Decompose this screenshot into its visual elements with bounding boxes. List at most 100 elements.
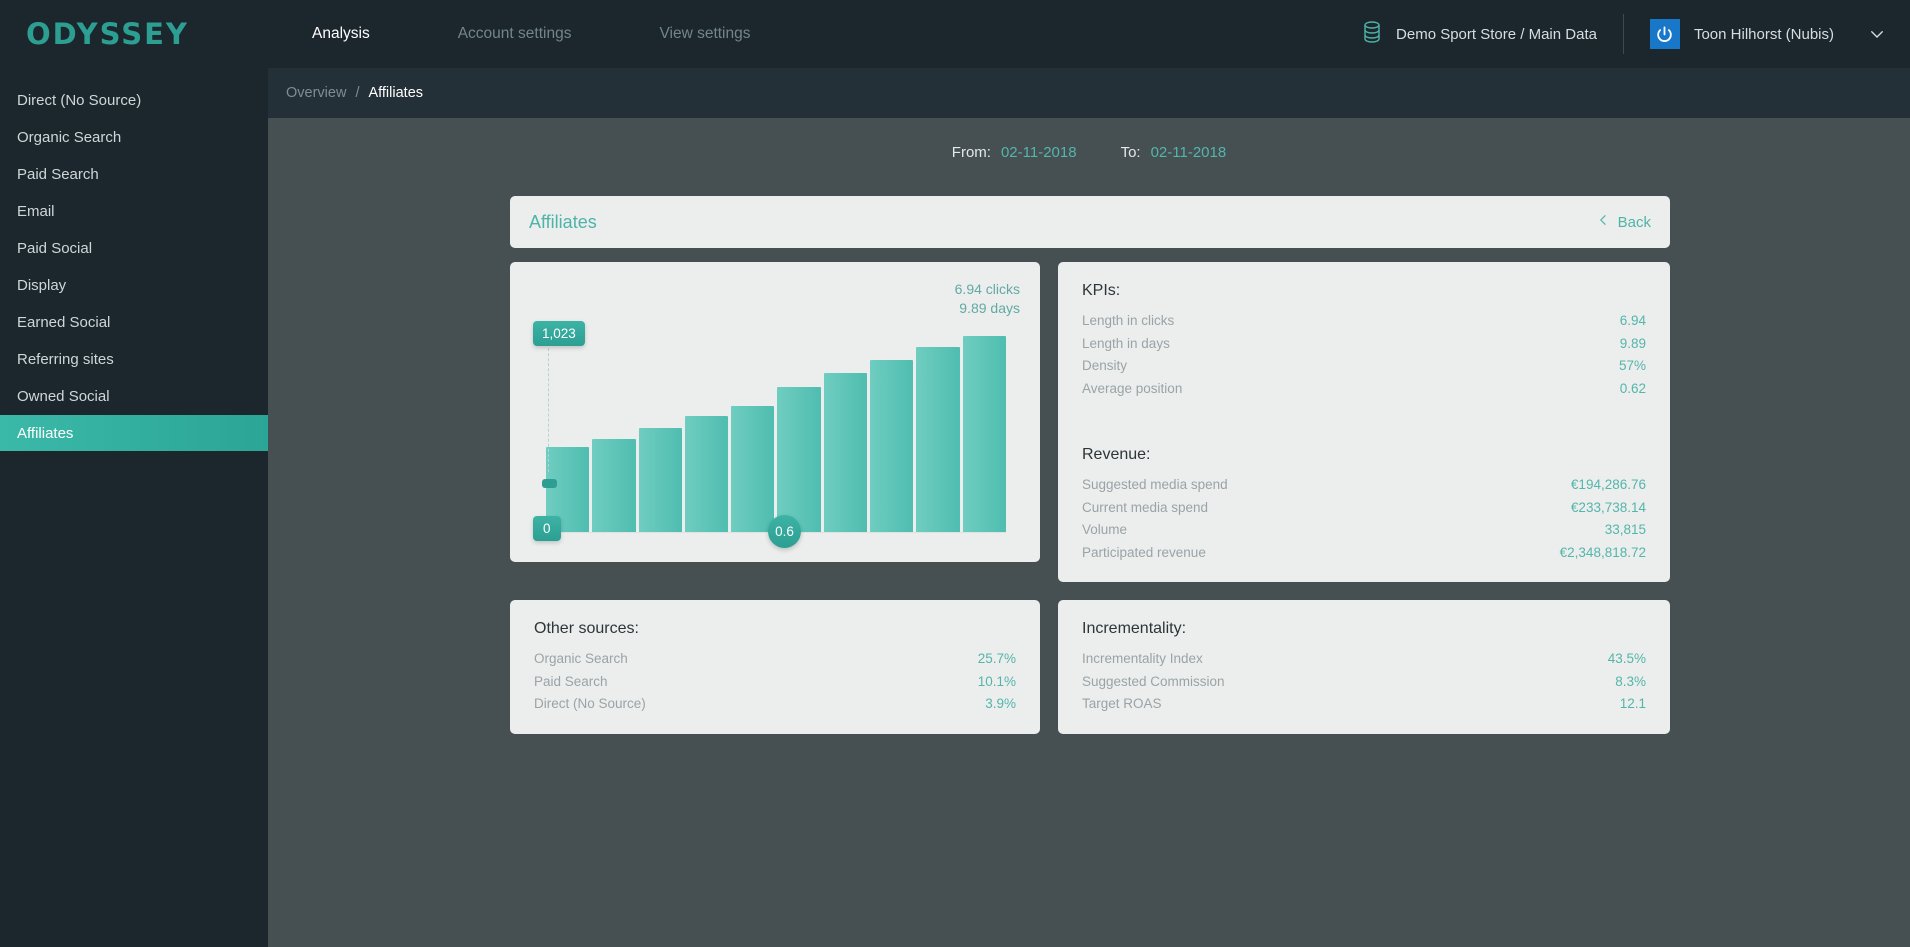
sidebar-item-earned-social[interactable]: Earned Social [0,304,268,340]
breadcrumb-separator: / [355,85,360,101]
bar[interactable] [916,347,960,532]
sidebar-item-organic-search[interactable]: Organic Search [0,119,268,155]
revenue-value: €233,738.14 [1570,499,1646,515]
breadcrumb: Overview / Affiliates [268,68,1910,118]
revenue-value: €2,348,818.72 [1559,544,1646,560]
revenue-key: Suggested media spend [1082,477,1228,492]
nav-item-view-settings[interactable]: View settings [615,25,794,43]
page-header-panel: Affiliates Back [510,196,1670,248]
date-from-label: From: [951,144,991,161]
user-label: Toon Hilhorst (Nubis) [1693,25,1834,43]
incrementality-key: Suggested Commission [1082,673,1225,689]
other-sources-row-organic-search: Organic Search 25.7% [534,648,1016,671]
revenue-value: €194,286.76 [1570,477,1646,492]
breadcrumb-current: Affiliates [368,85,424,101]
revenue-row-suggested-media-spend: Suggested media spend €194,286.76 [1082,474,1646,497]
revenue-value: 33,815 [1604,522,1646,537]
user-menu[interactable]: Toon Hilhorst (Nubis) [1624,19,1886,49]
bar[interactable] [731,405,775,532]
breadcrumb-root[interactable]: Overview [286,85,346,101]
sidebar-item-direct-no-source[interactable]: Direct (No Source) [0,82,268,118]
bar[interactable] [638,428,682,532]
kpi-row-average-position: Average position 0.62 [1082,378,1646,401]
cards-row-bottom: Other sources: Organic Search 25.7% Paid… [510,600,1670,734]
logo-text: ODYSSEY [26,17,189,51]
chevron-left-icon [1597,213,1610,231]
chart-reference-line [548,343,549,472]
kpi-value: 6.94 [1619,313,1646,328]
revenue-card: Revenue: Suggested media spend €194,286.… [1058,426,1670,582]
revenue-row-participated-revenue: Participated revenue €2,348,818.72 [1082,542,1646,565]
sidebar-item-paid-search[interactable]: Paid Search [0,156,268,192]
account-label: Demo Sport Store / Main Data [1396,25,1597,43]
kpi-row-density: Density 57% [1082,355,1646,378]
kpi-key: Density [1082,358,1128,373]
chevron-down-icon[interactable] [1868,25,1886,43]
incrementality-value: 12.1 [1619,696,1646,711]
bar[interactable] [962,335,1006,532]
incrementality-key: Target ROAS [1082,696,1162,711]
sidebar-item-affiliates[interactable]: Affiliates [0,415,268,451]
other-sources-key: Paid Search [534,673,608,689]
date-to-label: To: [1120,144,1141,161]
top-bar-right: Demo Sport Store / Main Data Toon Hilhor… [1362,0,1910,68]
page-title: Affiliates [529,211,597,232]
other-sources-card: Other sources: Organic Search 25.7% Paid… [510,600,1040,734]
kpi-key: Length in days [1082,335,1170,351]
incrementality-row-target-roas: Target ROAS 12.1 [1082,693,1646,716]
incrementality-card: Incrementality: Incrementality Index 43.… [1058,600,1670,734]
cards-grid: 6.94 clicks 9.89 days 1,023 0 0.6 KPIs: [510,262,1670,752]
chart-marker-handle[interactable] [542,479,557,488]
date-range-row: From: 02-11-2018 To: 02-11-2018 [268,144,1910,161]
back-button[interactable]: Back [1597,213,1651,231]
top-bar: ODYSSEY Analysis Account settings View s… [0,0,1910,68]
nav-item-account-settings[interactable]: Account settings [414,25,616,43]
kpi-key: Average position [1082,380,1183,396]
kpi-value: 57% [1618,358,1646,373]
chart-summary: 6.94 clicks 9.89 days [955,280,1020,318]
sidebar-item-display[interactable]: Display [0,267,268,303]
bar-series [546,322,1006,532]
other-sources-key: Direct (No Source) [534,696,646,711]
bar[interactable] [592,438,636,532]
chart-min-badge: 0 [533,516,561,541]
database-icon [1362,20,1382,49]
other-sources-value: 3.9% [985,696,1016,711]
bar[interactable] [777,387,821,532]
chart-card: 6.94 clicks 9.89 days 1,023 0 0.6 [510,262,1040,562]
other-sources-value: 25.7% [977,651,1016,666]
sidebar: Direct (No Source) Organic Search Paid S… [0,68,268,947]
sidebar-item-referring-sites[interactable]: Referring sites [0,341,268,377]
sidebar-item-email[interactable]: Email [0,193,268,229]
revenue-key: Participated revenue [1082,544,1206,560]
sidebar-item-owned-social[interactable]: Owned Social [0,378,268,414]
kpi-row-length-in-days: Length in days 9.89 [1082,333,1646,356]
kpis-card-title: KPIs: [1082,282,1121,299]
other-sources-value: 10.1% [977,673,1016,689]
chart-position-badge: 0.6 [768,515,801,548]
incrementality-card-title: Incrementality: [1082,620,1187,637]
kpi-value: 0.62 [1619,380,1646,396]
bar-chart: 1,023 0 0.6 [533,321,1006,548]
kpi-key: Length in clicks [1082,313,1175,328]
incrementality-key: Incrementality Index [1082,651,1203,666]
bar[interactable] [870,359,914,532]
sidebar-item-paid-social[interactable]: Paid Social [0,230,268,266]
revenue-card-title: Revenue: [1082,446,1151,463]
account-selector[interactable]: Demo Sport Store / Main Data [1362,20,1623,49]
main-nav: Analysis Account settings View settings [268,25,795,43]
nav-item-analysis[interactable]: Analysis [268,25,414,43]
revenue-row-current-media-spend: Current media spend €233,738.14 [1082,497,1646,520]
kpi-value: 9.89 [1619,335,1646,351]
app-logo[interactable]: ODYSSEY [0,17,268,51]
date-from-value[interactable]: 02-11-2018 [1001,144,1121,161]
back-label: Back [1617,213,1651,231]
avatar [1649,19,1680,49]
date-to-value[interactable]: 02-11-2018 [1151,144,1227,161]
other-sources-row-direct-no-source: Direct (No Source) 3.9% [534,693,1016,716]
incrementality-row-suggested-commission: Suggested Commission 8.3% [1082,671,1646,694]
bar[interactable] [684,416,729,532]
bar[interactable] [823,372,868,532]
other-sources-card-title: Other sources: [534,620,639,637]
chart-days-label: 9.89 days [959,300,1020,316]
